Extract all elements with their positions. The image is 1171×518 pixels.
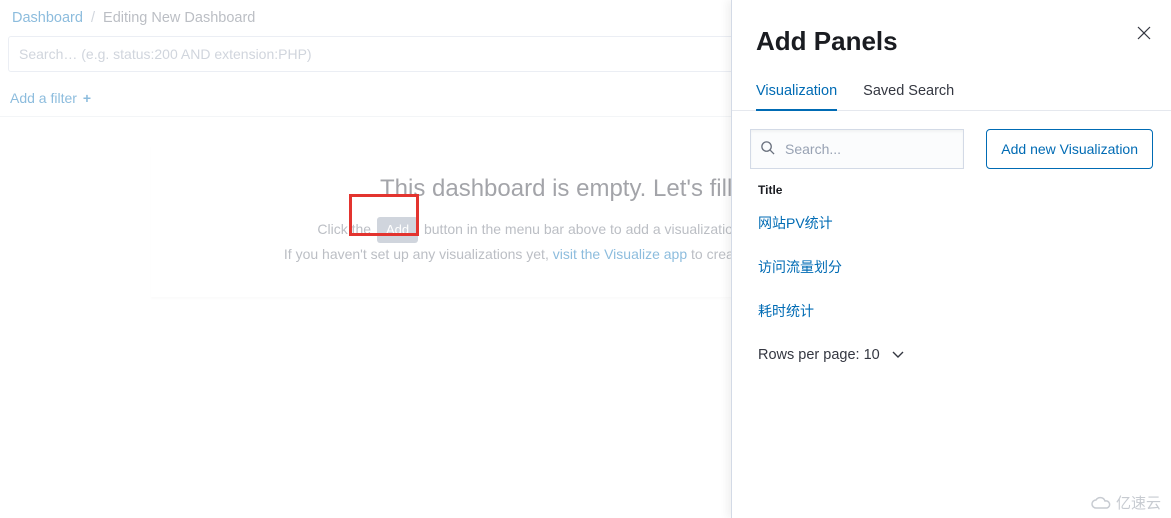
close-icon bbox=[1137, 26, 1151, 40]
watermark: 亿速云 bbox=[1090, 492, 1161, 513]
panel-search-input[interactable] bbox=[750, 129, 964, 169]
add-filter-button[interactable]: Add a filter + bbox=[10, 90, 91, 106]
list-item[interactable]: 耗时统计 bbox=[750, 289, 1153, 333]
table-header-title: Title bbox=[750, 177, 1153, 201]
visit-visualize-link[interactable]: visit the Visualize app bbox=[553, 246, 687, 262]
add-filter-label: Add a filter bbox=[10, 90, 77, 106]
list-item[interactable]: 访问流量划分 bbox=[750, 245, 1153, 289]
watermark-text: 亿速云 bbox=[1116, 492, 1161, 513]
breadcrumb-root-link[interactable]: Dashboard bbox=[12, 10, 83, 26]
tab-saved-search[interactable]: Saved Search bbox=[863, 83, 954, 110]
breadcrumb-separator: / bbox=[91, 10, 95, 26]
list-item[interactable]: 网站PV统计 bbox=[750, 201, 1153, 245]
add-new-visualization-button[interactable]: Add new Visualization bbox=[986, 129, 1153, 169]
cloud-icon bbox=[1090, 496, 1112, 510]
plus-icon: + bbox=[83, 90, 91, 106]
chevron-down-icon bbox=[892, 347, 904, 363]
rows-per-page-label: Rows per page: 10 bbox=[758, 347, 880, 363]
visualization-list: 网站PV统计 访问流量划分 耗时统计 bbox=[750, 201, 1153, 333]
search-icon bbox=[760, 140, 775, 158]
flyout-body: Add new Visualization Title 网站PV统计 访问流量划… bbox=[732, 111, 1171, 377]
flyout-tabs: Visualization Saved Search bbox=[732, 83, 1171, 111]
breadcrumb-current: Editing New Dashboard bbox=[103, 10, 255, 26]
add-panels-flyout: Add Panels Visualization Saved Search Ad… bbox=[731, 0, 1171, 518]
empty-add-badge: Add bbox=[377, 217, 418, 243]
close-flyout-button[interactable] bbox=[1137, 26, 1153, 42]
empty-line2-a: If you haven't set up any visualizations… bbox=[284, 246, 553, 262]
flyout-title: Add Panels bbox=[756, 26, 1147, 57]
empty-line1-a: Click the bbox=[317, 221, 375, 237]
flyout-toolbar: Add new Visualization bbox=[750, 129, 1153, 169]
flyout-header: Add Panels bbox=[732, 0, 1171, 83]
panel-search-wrap bbox=[750, 129, 964, 169]
rows-per-page-selector[interactable]: Rows per page: 10 bbox=[750, 333, 1153, 377]
tab-visualization[interactable]: Visualization bbox=[756, 83, 837, 111]
